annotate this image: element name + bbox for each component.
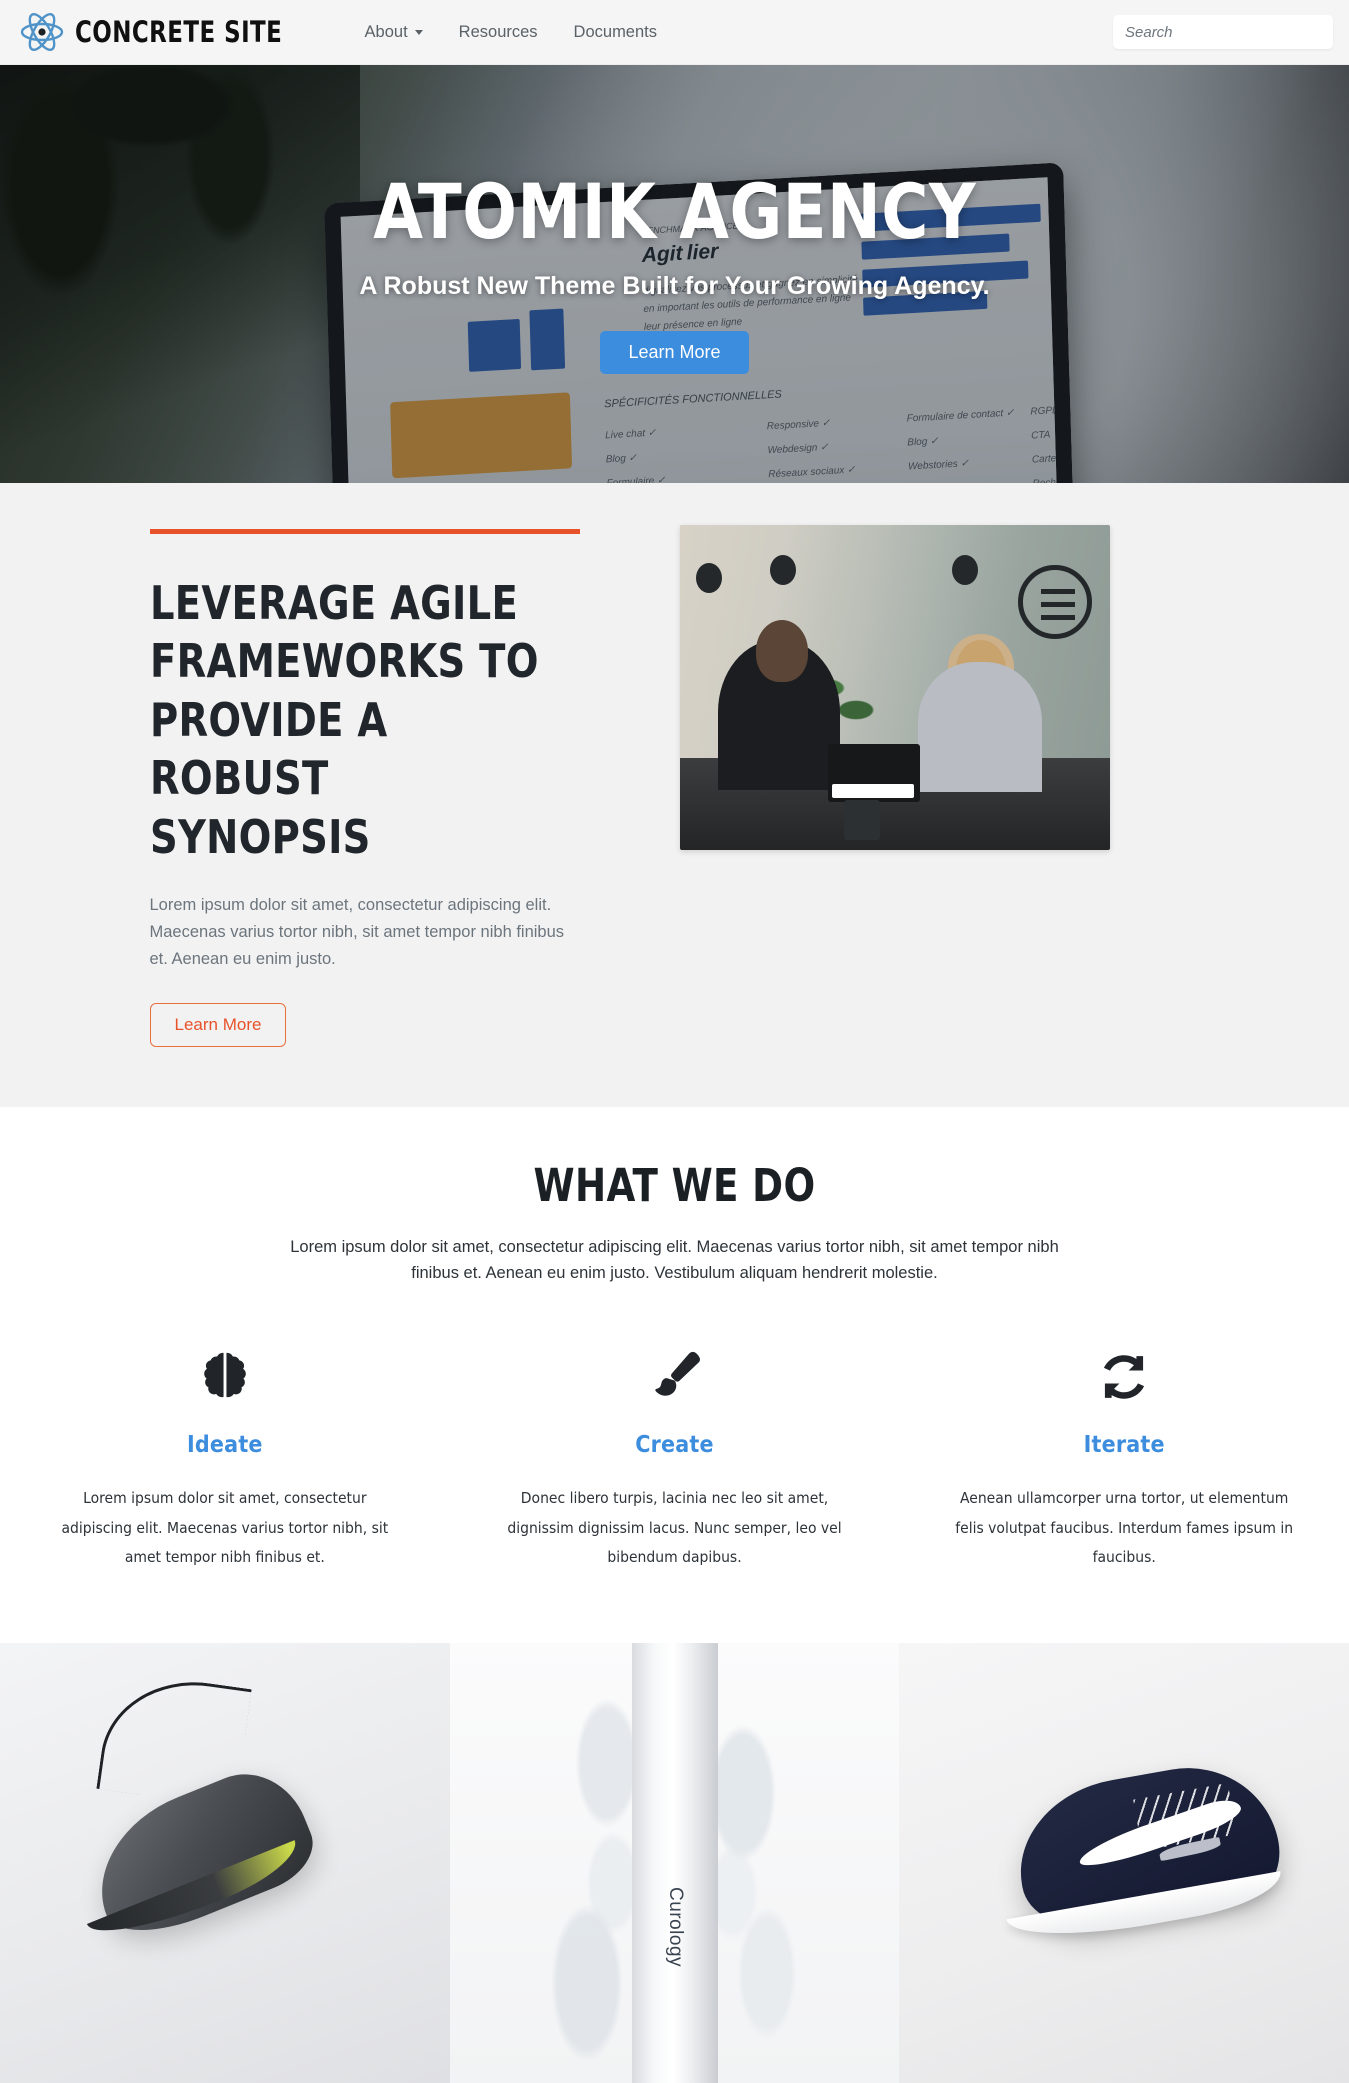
feature-iterate-title: Iterate	[1083, 1432, 1165, 1459]
gallery-tile-sneaker-grey[interactable]	[0, 1642, 450, 2083]
hero-title: ATOMIK AGENCY	[373, 167, 976, 256]
what-we-do-section: WHAT WE DO Lorem ipsum dolor sit amet, c…	[0, 1106, 1349, 1573]
gel-splash-right	[712, 1642, 809, 2083]
nav-item-about[interactable]: About	[347, 15, 441, 50]
feature-ideate-title: Ideate	[187, 1432, 263, 1459]
leverage-paragraph: Lorem ipsum dolor sit amet, consectetur …	[149, 896, 565, 968]
tube-brand-label: Curology	[664, 1886, 686, 1967]
nav-item-about-label: About	[364, 22, 408, 41]
gel-splash-left	[546, 1642, 637, 2083]
nav-item-resources-label: Resources	[458, 22, 538, 41]
nav-item-resources[interactable]: Resources	[441, 15, 556, 50]
feature-ideate: Ideate Lorem ipsum dolor sit amet, conse…	[0, 1344, 450, 1572]
feature-ideate-text: Lorem ipsum dolor sit amet, consectetur …	[61, 1489, 389, 1567]
image-gallery: Curology	[0, 1642, 1349, 2083]
what-we-do-heading: WHAT WE DO	[533, 1158, 816, 1212]
brain-icon	[48, 1344, 402, 1410]
nav-item-documents-label: Documents	[573, 22, 657, 41]
gallery-tile-sneaker-navy[interactable]	[899, 1642, 1349, 2083]
brand-title: CONCRETE SITE	[75, 15, 283, 49]
skincare-tube-shape: Curology	[631, 1642, 718, 2083]
site-header: CONCRETE SITE About Resources Documents	[0, 0, 1349, 65]
feature-create-title: Create	[635, 1432, 714, 1459]
atom-icon	[20, 12, 64, 52]
nav-item-documents[interactable]: Documents	[556, 15, 675, 50]
leverage-heading: LEVERAGE AGILE FRAMEWORKS TO PROVIDE A R…	[149, 576, 539, 864]
feature-create-text: Donec libero turpis, lacinia nec leo sit…	[507, 1489, 842, 1567]
feature-iterate-text: Aenean ullamcorper urna tortor, ut eleme…	[955, 1489, 1294, 1567]
search-form	[1113, 15, 1333, 49]
feature-create: Create Donec libero turpis, lacinia nec …	[450, 1344, 900, 1572]
hero-learn-more-button[interactable]: Learn More	[600, 331, 749, 374]
what-we-do-lead: Lorem ipsum dolor sit amet, consectetur …	[290, 1237, 1059, 1283]
gallery-tile-skincare-tube[interactable]: Curology	[449, 1642, 900, 2083]
hero-banner: BENCHMARK AGENCE Agit lier digitalisez v…	[0, 65, 1349, 483]
accent-divider	[149, 529, 580, 534]
chevron-down-icon	[414, 29, 423, 35]
leverage-section: LEVERAGE AGILE FRAMEWORKS TO PROVIDE A R…	[0, 483, 1349, 1107]
feature-list: Ideate Lorem ipsum dolor sit amet, conse…	[0, 1344, 1349, 1572]
search-input[interactable]	[1113, 15, 1333, 49]
feature-iterate: Iterate Aenean ullamcorper urna tortor, …	[899, 1344, 1349, 1572]
brand-link[interactable]: CONCRETE SITE	[20, 12, 311, 52]
paint-brush-icon	[498, 1344, 852, 1410]
meeting-photo	[679, 525, 1110, 850]
sync-arrows-icon	[947, 1344, 1301, 1410]
primary-nav: About Resources Documents	[347, 15, 675, 50]
hero-subtitle: A Robust New Theme Built for Your Growin…	[359, 272, 990, 300]
leverage-learn-more-button[interactable]: Learn More	[149, 1002, 287, 1047]
